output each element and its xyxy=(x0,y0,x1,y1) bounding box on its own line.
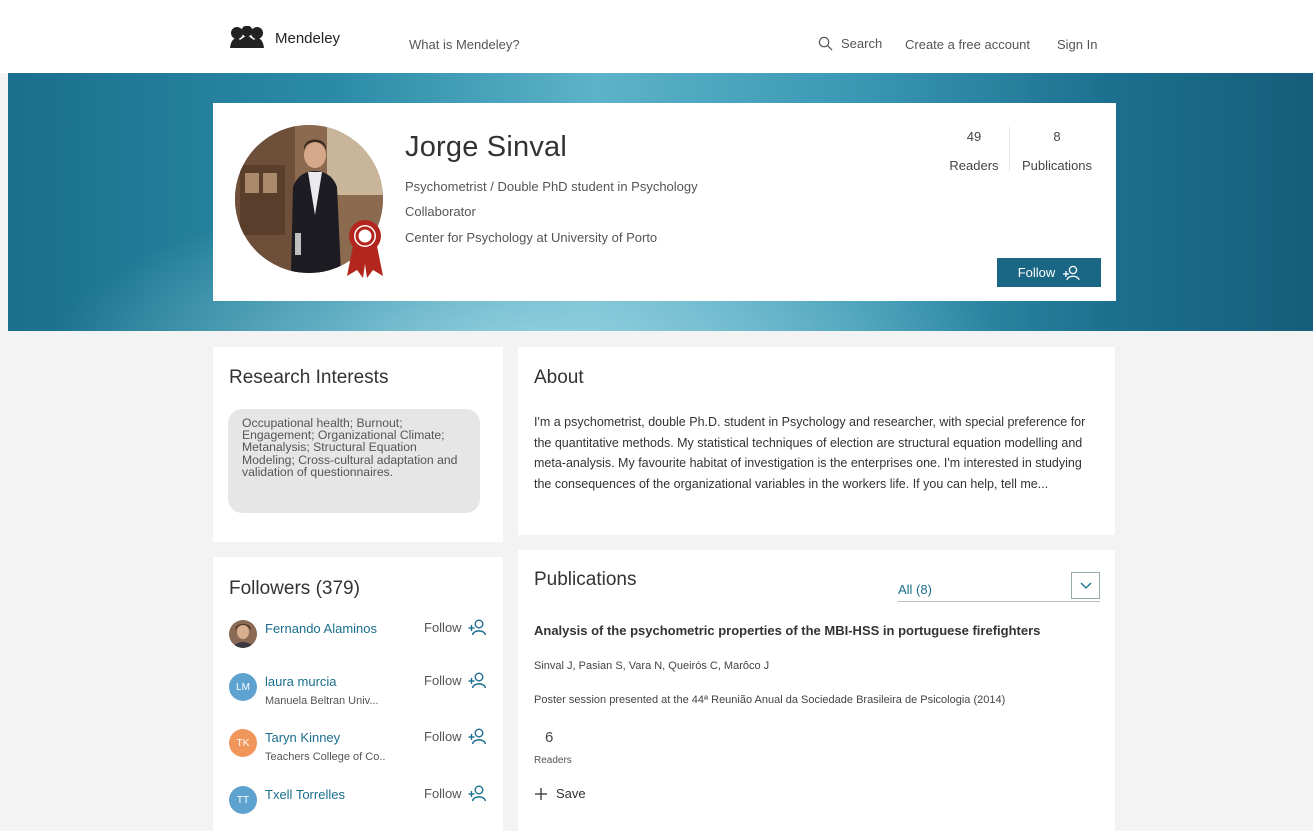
readers-stat: 49 Readers xyxy=(949,129,999,173)
follower-affiliation: Manuela Beltran Univ... xyxy=(265,695,379,707)
publication-readers-label: Readers xyxy=(534,755,572,766)
award-ribbon-icon xyxy=(347,220,383,278)
add-user-icon xyxy=(468,672,486,689)
follow-label: Follow xyxy=(424,673,462,688)
follow-label: Follow xyxy=(424,729,462,744)
follow-button-label: Follow xyxy=(1017,265,1056,280)
profile-status: Collaborator xyxy=(405,204,476,219)
profile-name: Jorge Sinval xyxy=(405,131,567,163)
followers-title: Followers (379) xyxy=(229,578,360,599)
profile-institution: Center for Psychology at University of P… xyxy=(405,230,658,245)
research-interests-card: Research Interests Occupational health; … xyxy=(213,347,503,542)
follower-item: TK Taryn Kinney Teachers College of Co..… xyxy=(229,728,491,769)
follow-follower-button[interactable]: Follow xyxy=(424,728,486,745)
top-nav: Mendeley What is Mendeley? Search Create… xyxy=(0,0,1313,73)
about-text: I'm a psychometrist, double Ph.D. studen… xyxy=(534,415,1086,491)
chevron-down-icon xyxy=(1080,582,1091,589)
follower-avatar-initials: LM xyxy=(229,673,257,701)
follow-follower-button[interactable]: Follow xyxy=(424,619,486,636)
about-card: About I'm a psychometrist, double Ph.D. … xyxy=(518,347,1115,535)
follow-label: Follow xyxy=(424,620,462,635)
publication-venue: Poster session presented at the 44ª Reun… xyxy=(534,694,1006,706)
publications-filter-value: All (8) xyxy=(898,582,932,597)
follower-avatar-initials: TT xyxy=(229,786,257,814)
follower-name[interactable]: Taryn Kinney xyxy=(265,730,340,745)
follower-affiliation: Teachers College of Co.. xyxy=(265,751,386,763)
publications-title: Publications xyxy=(534,569,637,590)
publication-title[interactable]: Analysis of the psychometric properties … xyxy=(534,623,1040,638)
follower-avatar xyxy=(229,620,257,648)
add-user-icon xyxy=(468,785,486,802)
search-label: Search xyxy=(841,36,883,51)
publications-card: Publications All (8) Analysis of the psy… xyxy=(518,550,1115,831)
sign-in-link[interactable]: Sign In xyxy=(1057,37,1097,52)
profile-role: Psychometrist / Double PhD student in Ps… xyxy=(405,179,698,194)
follow-follower-button[interactable]: Follow xyxy=(424,672,486,689)
readers-count: 49 xyxy=(966,129,982,144)
save-label: Save xyxy=(556,786,586,801)
follower-avatar-initials: TK xyxy=(229,729,257,757)
profile-avatar-wrap xyxy=(235,125,383,278)
filter-dropdown-toggle[interactable] xyxy=(1071,572,1100,599)
follower-photo xyxy=(229,620,257,648)
publications-label: Publications xyxy=(1021,158,1093,173)
publication-readers-count: 6 xyxy=(545,729,554,746)
add-user-icon xyxy=(468,619,486,636)
follower-name[interactable]: laura murcia xyxy=(265,674,337,689)
brand-name: Mendeley xyxy=(275,29,341,47)
readers-label: Readers xyxy=(949,158,999,173)
create-account-link[interactable]: Create a free account xyxy=(905,37,1030,52)
research-interests-title: Research Interests xyxy=(229,367,389,388)
follower-item: Fernando Alaminos Follow xyxy=(229,619,491,660)
publication-authors: Sinval J, Pasian S, Vara N, Queirós C, M… xyxy=(534,660,770,672)
follower-item: TT Txell Torrelles Follow xyxy=(229,785,491,826)
mendeley-logo-icon xyxy=(230,26,264,48)
add-user-icon xyxy=(468,728,486,745)
mendeley-logo[interactable]: Mendeley xyxy=(228,26,340,50)
publications-filter-select[interactable]: All (8) xyxy=(898,572,1100,602)
plus-icon xyxy=(535,787,547,800)
publications-count: 8 xyxy=(1053,129,1061,144)
follow-follower-button[interactable]: Follow xyxy=(424,785,486,802)
follower-name[interactable]: Fernando Alaminos xyxy=(265,621,377,636)
add-user-icon xyxy=(1063,265,1080,280)
followers-card: Followers (379) Fernando Alaminos Follow… xyxy=(213,557,503,831)
research-interest-tag[interactable]: Occupational health; Burnout; Engagement… xyxy=(228,409,480,513)
follower-item: LM laura murcia Manuela Beltran Univ... … xyxy=(229,672,491,713)
search-link[interactable]: Search xyxy=(818,36,882,51)
search-icon xyxy=(818,36,833,51)
follower-name[interactable]: Txell Torrelles xyxy=(265,787,345,802)
about-title: About xyxy=(534,367,584,388)
follow-button[interactable]: Follow xyxy=(997,258,1101,287)
follow-label: Follow xyxy=(424,786,462,801)
what-is-mendeley-link[interactable]: What is Mendeley? xyxy=(409,37,520,52)
profile-card: Jorge Sinval Psychometrist / Double PhD … xyxy=(213,103,1116,301)
save-publication-button[interactable]: Save xyxy=(534,786,586,801)
publications-stat[interactable]: 8 Publications xyxy=(1017,129,1097,173)
stat-divider xyxy=(1009,127,1010,171)
